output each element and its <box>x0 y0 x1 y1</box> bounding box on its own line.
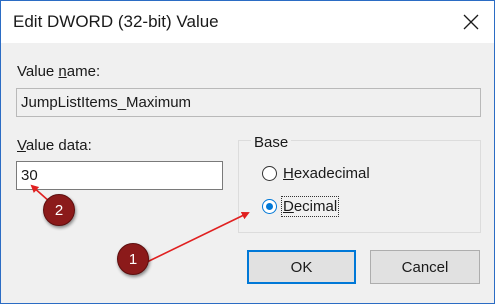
close-icon <box>463 14 479 30</box>
decimal-radio[interactable] <box>262 199 277 214</box>
hexadecimal-label: Hexadecimal <box>283 165 370 182</box>
value-name-text: JumpListItems_Maximum <box>21 94 192 111</box>
value-name-label: Value name: <box>17 63 101 80</box>
decimal-label: Decimal <box>280 196 340 217</box>
value-name-field: JumpListItems_Maximum <box>16 88 481 117</box>
value-data-input[interactable]: 30 <box>16 161 223 190</box>
hexadecimal-radio-option[interactable]: Hexadecimal <box>262 165 370 182</box>
base-groupbox <box>238 140 481 233</box>
value-data-label: Value data: <box>17 137 92 154</box>
ok-button[interactable]: OK <box>247 250 356 284</box>
annotation-badge-1: 1 <box>117 243 149 275</box>
value-data-text: 30 <box>21 167 38 184</box>
close-button[interactable] <box>448 1 494 43</box>
edit-dword-dialog: Edit DWORD (32-bit) Value Value name: Ju… <box>0 0 495 304</box>
hexadecimal-radio[interactable] <box>262 166 277 181</box>
title-bar: Edit DWORD (32-bit) Value <box>1 1 494 43</box>
annotation-badge-2: 2 <box>43 194 75 226</box>
base-group-label: Base <box>251 134 292 151</box>
cancel-button[interactable]: Cancel <box>370 250 480 284</box>
dialog-title: Edit DWORD (32-bit) Value <box>13 12 219 31</box>
decimal-radio-option[interactable]: Decimal <box>262 196 340 217</box>
